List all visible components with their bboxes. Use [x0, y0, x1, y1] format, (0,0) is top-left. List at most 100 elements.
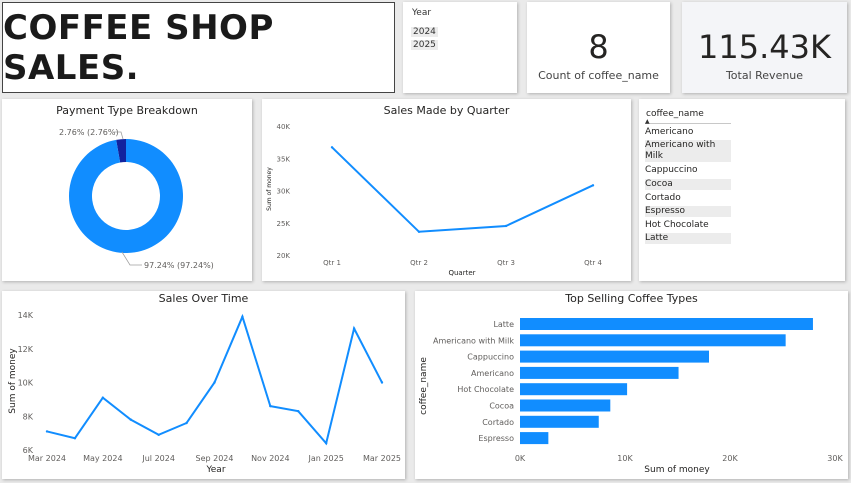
top-category-label: Espresso [478, 434, 514, 443]
top-selling-card: Top Selling Coffee Types Latte Americano … [415, 291, 848, 479]
kpi-revenue-card: 115.43K Total Revenue [682, 2, 847, 93]
top-bar [520, 334, 786, 347]
quarter-data-point [330, 146, 334, 149]
quarter-line-chart: 20K 25K 30K 35K 40K Qtr 1 Qtr 2 Qtr 3 Qtr 4 Quart… [266, 123, 602, 277]
time-data-point [45, 430, 49, 433]
time-data-point [324, 442, 328, 445]
top-category-label: Hot Chocolate [457, 385, 514, 394]
coffee-slicer-item[interactable]: Americano [645, 127, 729, 138]
top-bar [520, 318, 813, 330]
quarter-x-tick-label: Qtr 4 [584, 259, 602, 267]
time-data-point [213, 381, 216, 384]
donut-slice [69, 139, 184, 253]
year-option-2024[interactable]: 2024 [411, 27, 438, 37]
time-x-tick-label: Jul 2024 [141, 454, 175, 463]
donut-label: 2.76% (2.76%) [59, 128, 119, 137]
top-x-tick-label: 20K [722, 454, 738, 463]
top-bar [520, 350, 709, 363]
sort-ascending-icon[interactable]: ▲ [645, 118, 650, 125]
quarter-data-point [417, 230, 421, 233]
quarter-y-tick-label: 35K [277, 155, 291, 163]
quarter-x-tick-label: Qtr 3 [497, 259, 515, 267]
top-category-label: Cortado [482, 418, 514, 427]
kpi-revenue-label: Total Revenue [725, 69, 804, 82]
quarter-sales-card: Sales Made by Quarter 20K 25K 30K 35K 40K Qtr… [262, 99, 631, 281]
kpi-revenue-value: 115.43K [698, 28, 831, 66]
coffee-slicer-title: coffee_name [646, 109, 704, 119]
coffee-name-slicer: coffee_name ▲ Americano Americano with M… [639, 99, 845, 281]
coffee-slicer-item[interactable]: Cocoa [645, 179, 731, 190]
donut-leader-line [121, 251, 142, 266]
top-x-tick-label: 0K [515, 454, 526, 463]
coffee-slicer-item[interactable]: Cortado [645, 193, 729, 204]
time-y-tick-label: 8K [23, 412, 34, 421]
coffee-slicer-item[interactable]: Cappuccino [645, 165, 729, 176]
time-series-line [46, 313, 383, 446]
time-data-point [380, 381, 384, 384]
quarter-y-tick-label: 25K [277, 220, 291, 228]
sales-over-time-card: Sales Over Time 6K 8K 10K 12K 14K Mar 2024 May… [2, 291, 405, 479]
coffee-slicer-item[interactable]: Hot Chocolate [645, 220, 729, 231]
top-bar [520, 432, 549, 445]
top-bar [520, 415, 599, 428]
time-y-tick-label: 14K [18, 311, 34, 320]
top-x-axis-label: Sum of money [644, 465, 710, 475]
top-bar [520, 366, 679, 379]
time-x-axis-label: Year [205, 465, 225, 475]
time-x-tick-label: Jan 2025 [308, 454, 344, 463]
year-option-2025[interactable]: 2025 [411, 40, 438, 50]
donut-label: 97.24% (97.24%) [144, 261, 214, 270]
top-category-label: Cappuccino [467, 353, 514, 362]
coffee-slicer-underline [645, 123, 731, 124]
time-data-point [101, 396, 105, 399]
top-x-tick-label: 30K [827, 454, 843, 463]
time-x-tick-label: May 2024 [83, 454, 122, 463]
quarter-x-axis-label: Quarter [448, 269, 475, 277]
time-x-tick-label: Mar 2024 [28, 454, 66, 463]
coffee-slicer-item[interactable]: Americano with Milk [645, 140, 731, 162]
kpi-count-label: Count of coffee_name [538, 69, 659, 82]
quarter-y-tick-label: 20K [277, 252, 291, 260]
top-y-axis-label: coffee_name [419, 357, 429, 415]
year-slicer-title: Year [412, 8, 432, 18]
quarter-data-point [591, 184, 595, 187]
quarter-y-tick-label: 30K [277, 188, 291, 196]
dashboard-title: COFFEE SHOP SALES. [3, 7, 274, 88]
top-bar [520, 399, 611, 412]
time-x-tick-label: Nov 2024 [251, 454, 290, 463]
time-data-point [157, 433, 160, 437]
time-data-point [73, 436, 77, 440]
time-data-point [241, 315, 244, 318]
quarter-data-point [504, 224, 508, 228]
time-y-tick-label: 10K [18, 379, 34, 388]
top-category-label: Americano [471, 369, 514, 378]
top-category-label: Latte [493, 320, 514, 329]
top-x-tick-label: 10K [617, 454, 633, 463]
coffee-slicer-item[interactable]: Latte [645, 233, 731, 244]
top-bar-chart: Latte Americano with Milk Cappuccino Americ… [419, 318, 843, 475]
time-x-tick-label: Sep 2024 [196, 454, 234, 463]
quarter-y-axis-label: Sum of money [266, 167, 273, 211]
quarter-x-tick-label: Qtr 1 [323, 259, 341, 267]
time-data-point [269, 404, 272, 408]
time-y-tick-label: 12K [18, 345, 34, 354]
quarter-series-line [331, 146, 594, 233]
year-slicer: Year 2024 2025 [403, 2, 517, 93]
top-category-label: Americano with Milk [433, 336, 514, 345]
time-data-point [297, 409, 300, 413]
time-data-point [129, 418, 132, 421]
top-category-label: Cocoa [489, 402, 514, 411]
quarter-y-tick-label: 40K [277, 123, 291, 131]
time-y-axis-label: Sum of money [8, 348, 18, 414]
time-x-tick-label: Mar 2025 [363, 454, 401, 463]
dashboard-title-box: COFFEE SHOP SALES. [2, 2, 395, 93]
coffee-slicer-item[interactable]: Espresso [645, 206, 731, 217]
time-line-chart: 6K8K10K12K14KMar 2024 May 2024 Jul 2024 Sep… [8, 311, 401, 475]
quarter-x-tick-label: Qtr 2 [410, 259, 428, 267]
kpi-count-value: 8 [588, 28, 609, 66]
top-bar [520, 383, 628, 396]
kpi-count-card: 8 Count of coffee_name [527, 2, 670, 93]
time-data-point [352, 327, 356, 330]
payment-donut-chart: 2.76% (2.76%) 97.24% (97.24%) [59, 128, 214, 270]
payment-type-card: Payment Type Breakdown 2.76% (2.76%) 97.2… [2, 99, 252, 281]
